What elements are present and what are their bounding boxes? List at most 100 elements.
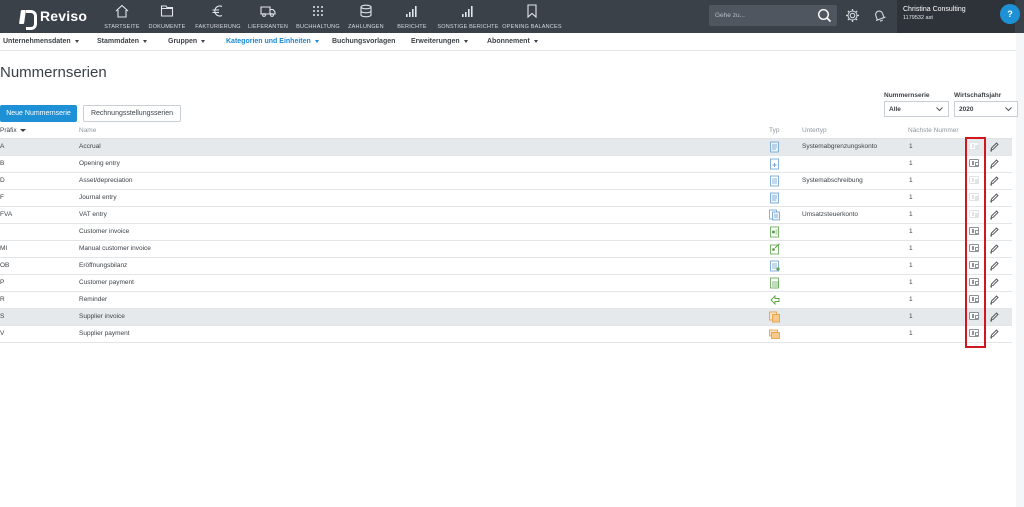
edit-pencil-icon[interactable] bbox=[989, 277, 999, 290]
account-name: Christina Consulting bbox=[903, 6, 966, 13]
page-title: Nummernserien bbox=[0, 64, 107, 81]
billing-series-button[interactable]: Rechnungsstellungsserien bbox=[83, 105, 181, 122]
cell-prefix: MI bbox=[0, 245, 8, 252]
edit-pencil-icon[interactable] bbox=[989, 260, 999, 273]
table-row[interactable]: V Supplier payment 1 bbox=[0, 326, 1012, 343]
nav-buchhaltung[interactable]: BUCHHALTUNG bbox=[296, 3, 340, 31]
column-header-next-number[interactable]: Nächste Nummer bbox=[908, 127, 959, 134]
cell-name: Eröffnungsbilanz bbox=[79, 262, 128, 269]
edit-pencil-icon[interactable] bbox=[989, 294, 999, 307]
nav-zahlungen[interactable]: ZAHLUNGEN bbox=[346, 3, 386, 31]
notifications-bell-icon[interactable] bbox=[872, 8, 887, 28]
cell-name: Accrual bbox=[79, 143, 101, 150]
table-row[interactable]: OB Eröffnungsbilanz 1 bbox=[0, 258, 1012, 275]
nav-lieferanten[interactable]: LIEFERANTEN bbox=[248, 3, 288, 31]
cell-prefix: V bbox=[0, 330, 5, 337]
table-row[interactable]: FVA VAT entry Umsatzsteuerkonto 1 bbox=[0, 207, 1012, 224]
submenu-gruppen[interactable]: Gruppen bbox=[168, 38, 206, 45]
cell-name: VAT entry bbox=[79, 211, 107, 218]
table-row[interactable]: Customer invoice 1 bbox=[0, 224, 1012, 241]
search-input[interactable] bbox=[715, 9, 815, 22]
search-icon[interactable] bbox=[817, 8, 832, 28]
cell-next-number: 1 bbox=[909, 143, 913, 150]
nav-startseite[interactable]: STARTSEITE bbox=[104, 3, 140, 31]
new-number-series-button[interactable]: Neue Nummernserie bbox=[0, 105, 77, 122]
nav-dokumente[interactable]: DOKUMENTE bbox=[149, 3, 185, 31]
cell-subtype: Umsatzsteuerkonto bbox=[802, 211, 858, 218]
column-header-type[interactable]: Typ bbox=[769, 127, 779, 134]
opening-balance-icon bbox=[769, 260, 780, 274]
euro-icon bbox=[211, 3, 225, 19]
table-row[interactable]: MI Manual customer invoice 1 bbox=[0, 241, 1012, 258]
nav-label: LIEFERANTEN bbox=[247, 24, 289, 30]
submenu-label: Unternehmensdaten bbox=[3, 38, 71, 45]
table-row[interactable]: R Reminder 1 bbox=[0, 292, 1012, 309]
fiscal-year-select[interactable]: 2020 bbox=[954, 101, 1018, 117]
nav-label: DOKUMENTE bbox=[148, 24, 186, 30]
cell-prefix: OB bbox=[0, 262, 10, 269]
cell-name: Journal entry bbox=[79, 194, 117, 201]
bookmark-icon bbox=[525, 3, 539, 19]
edit-pencil-icon[interactable] bbox=[989, 226, 999, 239]
account-switcher[interactable]: Christina Consulting 1179532 ast bbox=[897, 0, 1015, 33]
app-logo[interactable]: Reviso bbox=[20, 8, 88, 30]
cell-name: Customer invoice bbox=[79, 228, 130, 235]
grid-icon bbox=[311, 3, 325, 19]
table-row[interactable]: A Accrual Systemabgrenzungskonto 1 bbox=[0, 139, 1012, 156]
table-row[interactable]: B Opening entry 1 bbox=[0, 156, 1012, 173]
column-header-prefix[interactable]: Präfix bbox=[0, 127, 26, 134]
nav-label: ZAHLUNGEN bbox=[348, 24, 384, 30]
cell-next-number: 1 bbox=[909, 211, 913, 218]
truck-icon bbox=[260, 3, 276, 19]
nav-opening-balances[interactable]: OPENING BALANCES bbox=[502, 3, 562, 31]
submenu-label: Erweiterungen bbox=[411, 38, 460, 45]
fiscal-year-value: 2020 bbox=[959, 106, 974, 113]
column-header-subtype[interactable]: Untertyp bbox=[802, 127, 827, 134]
cell-prefix: D bbox=[0, 177, 5, 184]
submenu-label: Gruppen bbox=[168, 38, 198, 45]
submenu-erweiterungen[interactable]: Erweiterungen bbox=[411, 38, 468, 45]
nav-fakturierung[interactable]: FAKTURIERUNG bbox=[195, 3, 241, 31]
table-row[interactable]: D Asset/depreciation Systemabschreibung 1 bbox=[0, 173, 1012, 190]
cell-prefix: A bbox=[0, 143, 5, 150]
table-row[interactable]: P Customer payment 1 bbox=[0, 275, 1012, 292]
submenu-abonnement[interactable]: Abonnement bbox=[487, 38, 538, 45]
journal-doc-icon bbox=[769, 141, 780, 155]
edit-pencil-icon[interactable] bbox=[989, 192, 999, 205]
submenu-stammdaten[interactable]: Stammdaten bbox=[97, 38, 148, 45]
submenu-kategorien-und-einheiten[interactable]: Kategorien und Einheiten bbox=[226, 38, 319, 45]
submenu-unternehmensdaten[interactable]: Unternehmensdaten bbox=[3, 38, 79, 45]
nav-label: FAKTURIERUNG bbox=[195, 24, 241, 30]
submenu-label: Abonnement bbox=[487, 38, 530, 45]
nav-berichte[interactable]: BERICHTE bbox=[394, 3, 430, 31]
edit-pencil-icon[interactable] bbox=[989, 243, 999, 256]
series-filter-select[interactable]: Alle bbox=[884, 101, 949, 117]
cell-prefix: P bbox=[0, 279, 5, 286]
help-button[interactable]: ? bbox=[1000, 4, 1020, 24]
coins-icon bbox=[359, 3, 373, 19]
edit-pencil-icon[interactable] bbox=[989, 311, 999, 324]
fiscal-year-label: Wirtschaftsjahr bbox=[954, 92, 1002, 99]
edit-pencil-icon[interactable] bbox=[989, 141, 999, 154]
search-box bbox=[709, 5, 837, 26]
edit-pencil-icon[interactable] bbox=[989, 328, 999, 341]
submenu-buchungsvorlagen[interactable]: Buchungsvorlagen bbox=[332, 38, 395, 45]
app-name: Reviso bbox=[40, 8, 88, 24]
cell-next-number: 1 bbox=[909, 313, 913, 320]
cell-prefix: S bbox=[0, 313, 5, 320]
table-row[interactable]: F Journal entry 1 bbox=[0, 190, 1012, 207]
edit-pencil-icon[interactable] bbox=[989, 158, 999, 171]
cell-name: Supplier payment bbox=[79, 330, 130, 337]
caret-down-icon bbox=[533, 40, 538, 43]
edit-pencil-icon[interactable] bbox=[989, 175, 999, 188]
caret-down-icon bbox=[314, 40, 319, 43]
table-row[interactable]: S Supplier invoice 1 bbox=[0, 309, 1012, 326]
settings-gear-icon[interactable] bbox=[845, 8, 860, 28]
supplier-payment-icon bbox=[769, 328, 780, 342]
column-header-name[interactable]: Name bbox=[79, 127, 96, 134]
nav-label: BUCHHALTUNG bbox=[296, 24, 340, 30]
nav-sonstige-berichte[interactable]: SONSTIGE BERICHTE bbox=[437, 3, 498, 31]
vat-doc-icon bbox=[769, 209, 780, 223]
chevron-down-icon bbox=[936, 107, 943, 112]
edit-pencil-icon[interactable] bbox=[989, 209, 999, 222]
